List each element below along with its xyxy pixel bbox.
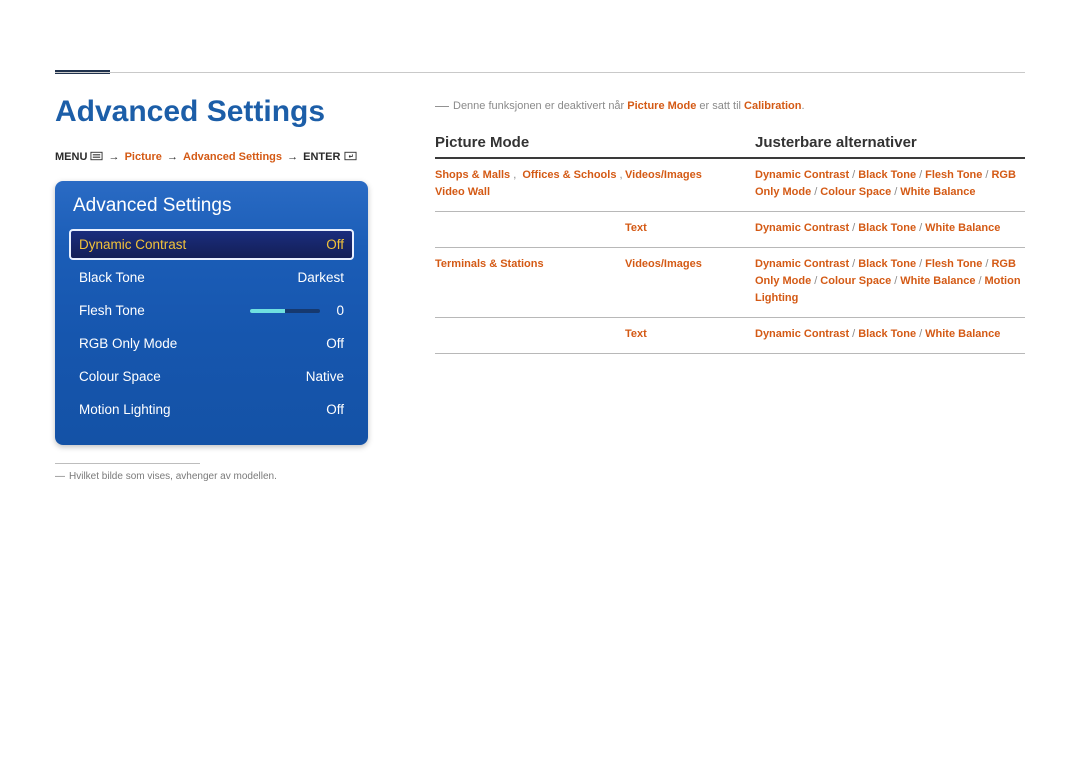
osd-panel: Advanced Settings Dynamic ContrastOffBla… bbox=[55, 181, 368, 445]
osd-value: Off bbox=[282, 402, 344, 417]
cell-options: Dynamic Contrast/Black Tone/White Balanc… bbox=[755, 220, 1025, 237]
cell-picture-mode bbox=[435, 326, 625, 343]
slider-track bbox=[250, 309, 320, 313]
cell-picture-mode: Shops & Malls, Offices & Schools, Video … bbox=[435, 167, 625, 201]
note-dash: ― bbox=[435, 97, 449, 113]
left-column: Advanced Settings MENU → Picture → Advan… bbox=[55, 95, 395, 484]
breadcrumb-enter: ENTER bbox=[303, 151, 340, 163]
osd-value: Off bbox=[282, 237, 344, 252]
osd-title: Advanced Settings bbox=[55, 181, 368, 229]
osd-row-colour-space[interactable]: Colour SpaceNative bbox=[69, 361, 354, 392]
th-justerbare: Justerbare alternativer bbox=[755, 134, 1025, 151]
right-column: ― Denne funksjonen er deaktivert når Pict… bbox=[435, 95, 1025, 354]
cell-subtype: Text bbox=[625, 220, 755, 237]
cell-subtype: Videos/Images bbox=[625, 167, 755, 201]
breadcrumb: MENU → Picture → Advanced Settings → ENT… bbox=[55, 151, 395, 163]
osd-label: RGB Only Mode bbox=[79, 336, 282, 351]
header-rule-thin bbox=[55, 72, 1025, 73]
slider-fill bbox=[250, 309, 285, 313]
breadcrumb-advanced: Advanced Settings bbox=[183, 151, 282, 163]
cell-picture-mode: Terminals & Stations bbox=[435, 256, 625, 307]
breadcrumb-arrow-2: → bbox=[165, 151, 180, 163]
cell-picture-mode bbox=[435, 220, 625, 237]
osd-row-motion-lighting[interactable]: Motion LightingOff bbox=[69, 394, 354, 425]
breadcrumb-picture: Picture bbox=[125, 151, 162, 163]
menu-icon bbox=[90, 151, 103, 161]
osd-row-flesh-tone[interactable]: Flesh Tone 0 bbox=[69, 295, 354, 326]
note-end: . bbox=[802, 100, 805, 112]
osd-label: Motion Lighting bbox=[79, 402, 282, 417]
table-body: Shops & Malls, Offices & Schools, Video … bbox=[435, 159, 1025, 354]
table-row: TextDynamic Contrast/Black Tone/White Ba… bbox=[435, 212, 1025, 248]
note-pre: Denne funksjonen er deaktivert når bbox=[453, 100, 627, 112]
cell-options: Dynamic Contrast/Black Tone/Flesh Tone/R… bbox=[755, 256, 1025, 307]
table-row: TextDynamic Contrast/Black Tone/White Ba… bbox=[435, 318, 1025, 354]
osd-row-black-tone[interactable]: Black ToneDarkest bbox=[69, 262, 354, 293]
osd-label: Black Tone bbox=[79, 270, 282, 285]
osd-label: Flesh Tone bbox=[79, 303, 250, 318]
table-row: Terminals & StationsVideos/ImagesDynamic… bbox=[435, 248, 1025, 318]
footnote: ― Hvilket bilde som vises, avhenger av mo… bbox=[55, 470, 395, 484]
note-mid: er satt til bbox=[696, 100, 744, 112]
cell-subtype: Text bbox=[625, 326, 755, 343]
note-line: ― Denne funksjonen er deaktivert når Pict… bbox=[435, 95, 1025, 116]
footnote-rule bbox=[55, 463, 200, 464]
th-picture-mode: Picture Mode bbox=[435, 134, 625, 151]
osd-label: Dynamic Contrast bbox=[79, 237, 282, 252]
breadcrumb-arrow-1: → bbox=[107, 151, 122, 163]
osd-value: Off bbox=[282, 336, 344, 351]
osd-label: Colour Space bbox=[79, 369, 282, 384]
cell-subtype: Videos/Images bbox=[625, 256, 755, 307]
table-header: Picture Mode Justerbare alternativer bbox=[435, 134, 1025, 159]
page-title: Advanced Settings bbox=[55, 95, 395, 129]
osd-body: Dynamic ContrastOffBlack ToneDarkestFles… bbox=[55, 229, 368, 445]
page-content: Advanced Settings MENU → Picture → Advan… bbox=[55, 95, 1025, 484]
cell-options: Dynamic Contrast/Black Tone/White Balanc… bbox=[755, 326, 1025, 343]
osd-value: Darkest bbox=[282, 270, 344, 285]
th-blank bbox=[625, 134, 755, 151]
osd-value: Native bbox=[282, 369, 344, 384]
breadcrumb-arrow-3: → bbox=[285, 151, 300, 163]
osd-value: 0 bbox=[330, 303, 344, 318]
breadcrumb-menu: MENU bbox=[55, 151, 87, 163]
footnote-dash: ― bbox=[55, 471, 65, 482]
osd-row-rgb-only-mode[interactable]: RGB Only ModeOff bbox=[69, 328, 354, 359]
cell-options: Dynamic Contrast/Black Tone/Flesh Tone/R… bbox=[755, 167, 1025, 201]
footnote-text: Hvilket bilde som vises, avhenger av mod… bbox=[69, 471, 277, 482]
note-hl2: Calibration bbox=[744, 100, 801, 112]
enter-icon bbox=[344, 151, 357, 161]
table-row: Shops & Malls, Offices & Schools, Video … bbox=[435, 159, 1025, 212]
osd-slider[interactable]: 0 bbox=[250, 303, 344, 318]
osd-row-dynamic-contrast[interactable]: Dynamic ContrastOff bbox=[69, 229, 354, 260]
note-hl1: Picture Mode bbox=[627, 100, 696, 112]
